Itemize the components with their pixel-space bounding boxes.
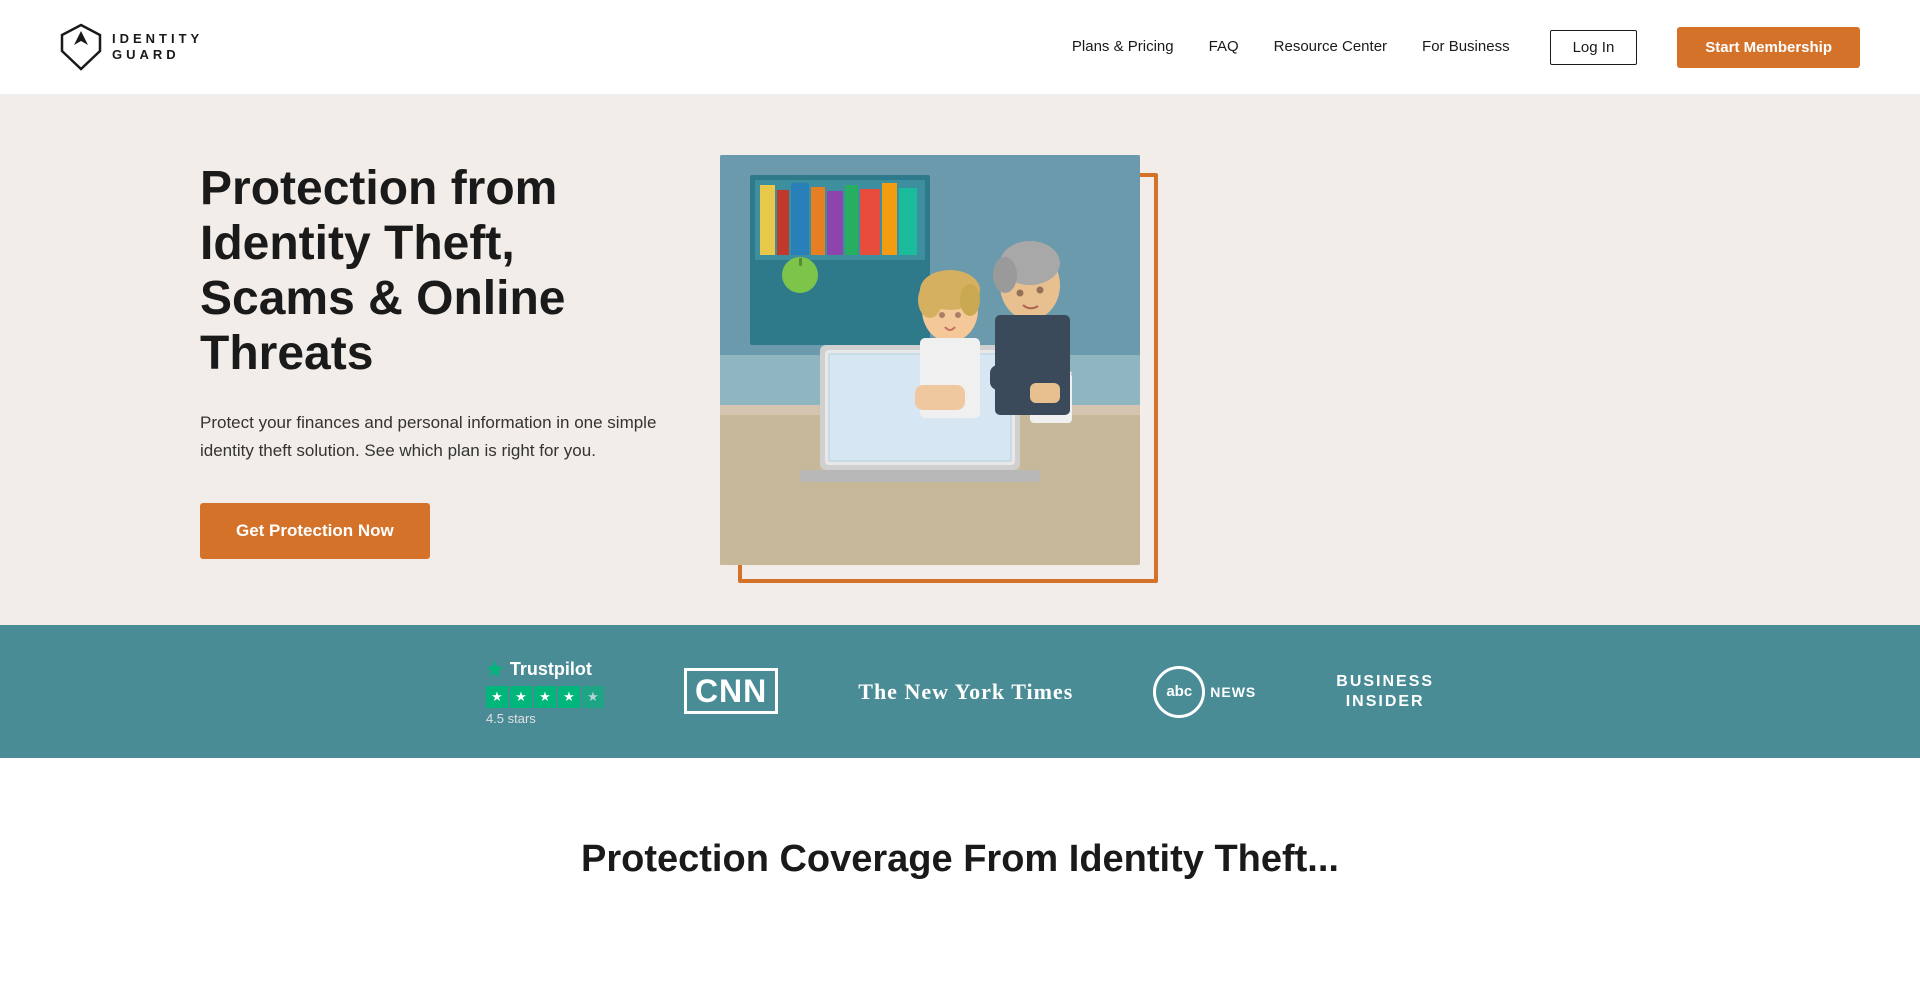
trustpilot-rating: 4.5 stars — [486, 711, 536, 726]
header-right: Plans & Pricing FAQ Resource Center For … — [1072, 27, 1860, 68]
logo-area: IDENTITY GUARD — [60, 23, 203, 71]
nav-plans-pricing[interactable]: Plans & Pricing — [1072, 38, 1174, 55]
star-3: ★ — [534, 686, 556, 708]
press-bar: ★ Trustpilot ★ ★ ★ ★ ★ 4.5 stars CNN The… — [0, 625, 1920, 758]
nyt-logo: The New York Times — [858, 679, 1073, 705]
cnn-logo-text: CNN — [684, 668, 778, 714]
nav-for-business[interactable]: For Business — [1422, 38, 1510, 55]
logo-text: IDENTITY GUARD — [112, 31, 203, 62]
star-4: ★ — [558, 686, 580, 708]
abc-logo: abc NEWS — [1153, 666, 1256, 718]
main-nav: Plans & Pricing FAQ Resource Center For … — [1072, 38, 1510, 56]
star-2: ★ — [510, 686, 532, 708]
trustpilot-block: ★ Trustpilot ★ ★ ★ ★ ★ 4.5 stars — [486, 657, 604, 726]
start-membership-button[interactable]: Start Membership — [1677, 27, 1860, 68]
bottom-section: Protection Coverage From Identity Theft.… — [0, 758, 1920, 921]
login-button[interactable]: Log In — [1550, 30, 1638, 65]
abc-circle: abc — [1153, 666, 1205, 718]
hero-content: Protection from Identity Theft, Scams & … — [200, 161, 720, 560]
bi-logo-text: BUSINESSINSIDER — [1336, 672, 1434, 710]
abc-news-text: NEWS — [1210, 684, 1256, 700]
get-protection-button[interactable]: Get Protection Now — [200, 503, 430, 559]
hero-image-wrapper — [720, 155, 1140, 565]
logo-icon — [60, 23, 102, 71]
cnn-logo: CNN — [684, 673, 778, 710]
business-insider-logo: BUSINESSINSIDER — [1336, 672, 1434, 710]
star-half: ★ — [582, 686, 604, 708]
hero-title: Protection from Identity Theft, Scams & … — [200, 161, 660, 382]
hero-image — [720, 155, 1140, 565]
nav-faq[interactable]: FAQ — [1209, 38, 1239, 55]
nyt-logo-text: The New York Times — [858, 679, 1073, 704]
hero-subtitle: Protect your finances and personal infor… — [200, 409, 660, 465]
bottom-title: Protection Coverage From Identity Theft.… — [200, 838, 1720, 881]
star-1: ★ — [486, 686, 508, 708]
trustpilot-star-icon: ★ — [486, 657, 504, 682]
nav-resource-center[interactable]: Resource Center — [1274, 38, 1387, 55]
trustpilot-stars: ★ ★ ★ ★ ★ — [486, 686, 604, 708]
hero-illustration — [720, 155, 1140, 565]
hero-section: Protection from Identity Theft, Scams & … — [0, 95, 1920, 625]
header: IDENTITY GUARD Plans & Pricing FAQ Resou… — [0, 0, 1920, 95]
trustpilot-name: ★ Trustpilot — [486, 657, 592, 682]
trustpilot-label: Trustpilot — [510, 659, 592, 680]
